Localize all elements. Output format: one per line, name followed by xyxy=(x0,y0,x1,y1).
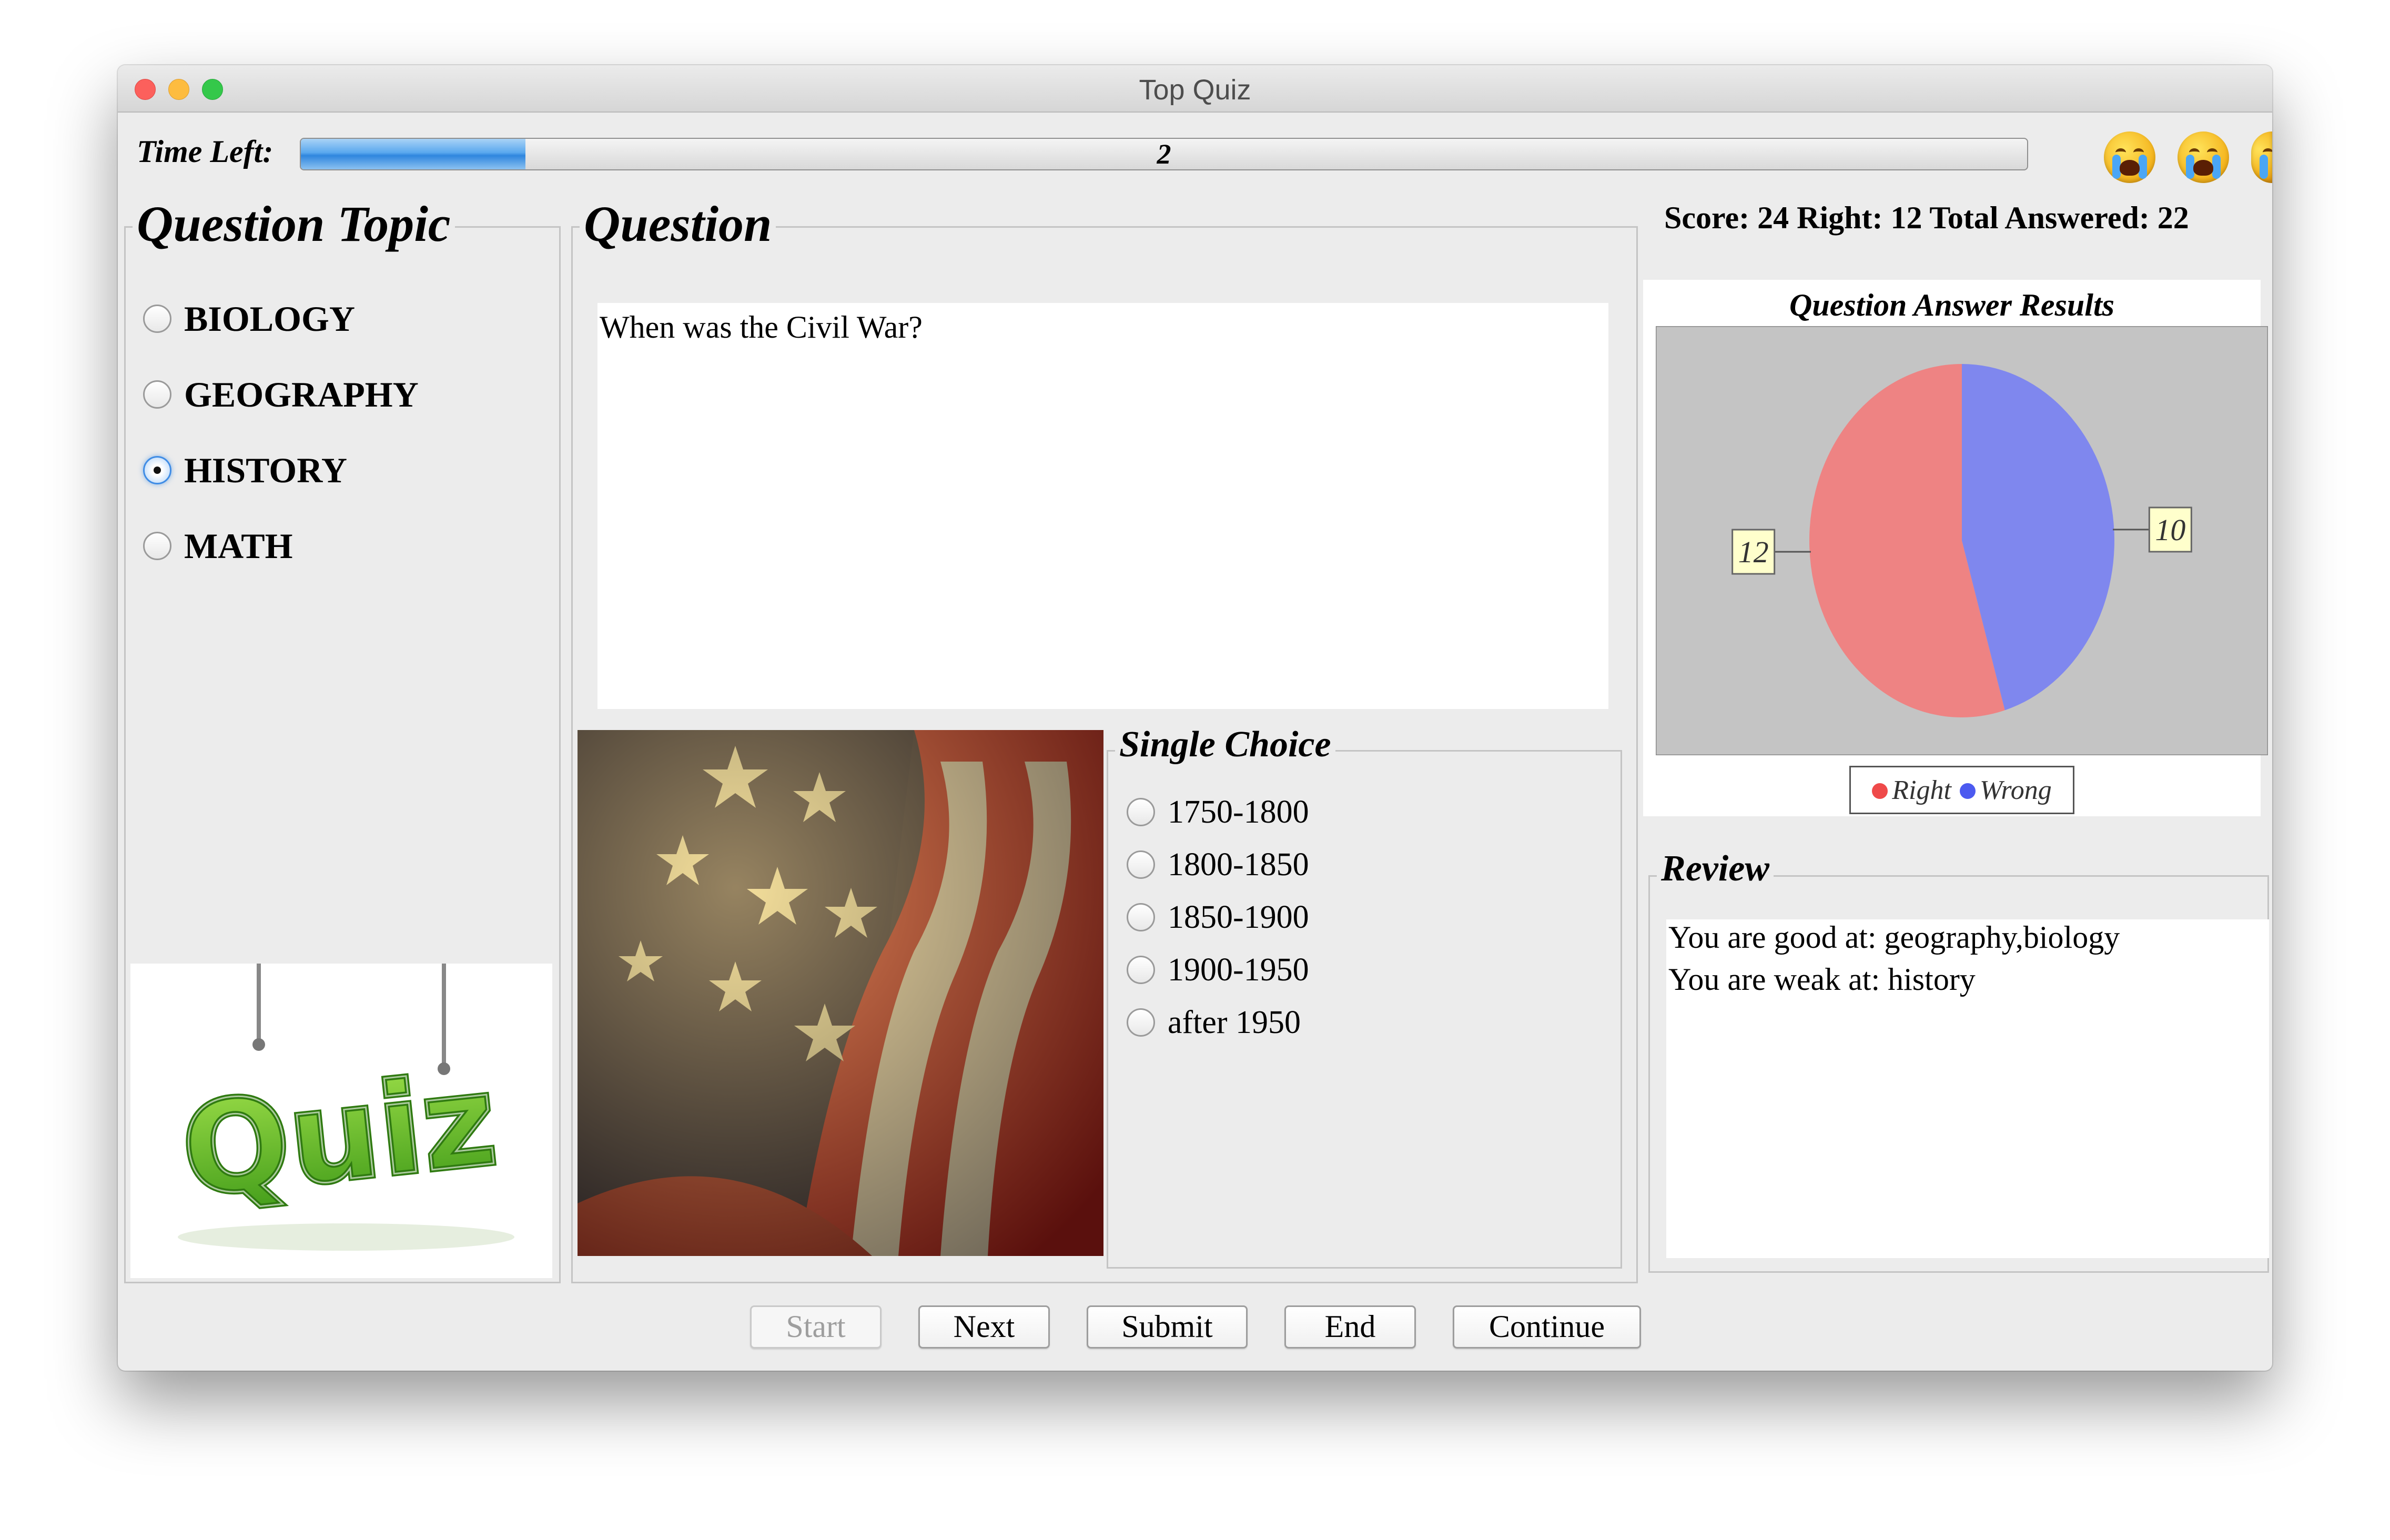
crying-face-icon xyxy=(2178,131,2229,183)
radio-button[interactable] xyxy=(1127,1008,1155,1037)
score-summary: Score: 24 Right: 12 Total Answered: 22 xyxy=(1664,200,2189,235)
question-topic-title: Question Topic xyxy=(133,195,455,253)
svg-text:Quiz: Quiz xyxy=(175,1046,503,1225)
legend-swatch-right xyxy=(1872,783,1888,799)
continue-button[interactable]: Continue xyxy=(1453,1305,1641,1349)
quiz-logo: Quiz Quiz xyxy=(130,964,552,1278)
topic-option-biology[interactable]: BIOLOGY xyxy=(143,298,355,340)
choice-label: 1750-1800 xyxy=(1168,794,1309,830)
end-button[interactable]: End xyxy=(1284,1305,1416,1349)
chart-title: Question Answer Results xyxy=(1789,288,2114,322)
topic-label: MATH xyxy=(184,525,293,566)
window-title: Top Quiz xyxy=(1139,74,1251,106)
review-line: You are weak at: history xyxy=(1668,962,1976,997)
radio-button[interactable] xyxy=(143,380,171,409)
question-text: When was the Civil War? xyxy=(600,310,923,345)
choice-option-1900-1950[interactable]: 1900-1950 xyxy=(1127,949,1309,991)
topic-label: GEOGRAPHY xyxy=(184,374,419,414)
time-left-value: 2 xyxy=(1157,138,1171,170)
top-quiz-window: Top Quiz Time Left: 2 Question Topic BIO… xyxy=(118,65,2272,1371)
choice-option-1800-1850[interactable]: 1800-1850 xyxy=(1127,844,1309,886)
review-line: You are good at: geography,biology xyxy=(1668,920,2120,955)
start-button[interactable]: Start xyxy=(750,1305,882,1349)
crying-face-icon xyxy=(2104,131,2155,183)
radio-button[interactable] xyxy=(143,532,171,560)
legend-label-wrong: Wrong xyxy=(1979,775,2052,805)
choice-option-1750-1800[interactable]: 1750-1800 xyxy=(1127,791,1309,833)
topic-option-geography[interactable]: GEOGRAPHY xyxy=(143,373,419,416)
data-label-right: 12 xyxy=(1738,535,1769,569)
legend-swatch-wrong xyxy=(1959,783,1976,799)
legend-label-right: Right xyxy=(1892,775,1951,805)
radio-button[interactable] xyxy=(1127,903,1155,931)
data-label-wrong: 10 xyxy=(2155,513,2185,547)
choice-option-after-1950[interactable]: after 1950 xyxy=(1127,1001,1301,1043)
american-flag-image xyxy=(578,730,1103,1256)
question-answer-results-chart: Question Answer Results 10 12 Right Wrong xyxy=(1643,280,2268,816)
topic-label: HISTORY xyxy=(184,450,348,490)
radio-button-selected[interactable] xyxy=(143,456,171,484)
title-bar: Top Quiz xyxy=(118,65,2272,113)
quiz-logo-graphic: Quiz Quiz xyxy=(173,964,514,1251)
radio-button[interactable] xyxy=(143,305,171,333)
choice-option-1850-1900[interactable]: 1850-1900 xyxy=(1127,896,1309,938)
submit-button[interactable]: Submit xyxy=(1087,1305,1248,1349)
time-left-label: Time Left: xyxy=(137,134,274,169)
choice-label: after 1950 xyxy=(1168,1004,1301,1040)
single-choice-title: Single Choice xyxy=(1115,724,1335,766)
topic-option-history[interactable]: HISTORY xyxy=(143,449,347,491)
question-text-area[interactable]: When was the Civil War? xyxy=(598,303,1608,709)
choice-label: 1900-1950 xyxy=(1168,951,1309,988)
crying-face-icon xyxy=(2251,131,2272,183)
question-title: Question xyxy=(580,195,776,253)
review-text-area[interactable]: You are good at: geography,biology You a… xyxy=(1666,919,2269,1258)
time-left-progress-bar: 2 xyxy=(300,138,2028,170)
next-button[interactable]: Next xyxy=(918,1305,1050,1349)
review-title: Review xyxy=(1657,848,1774,890)
topic-option-math[interactable]: MATH xyxy=(143,525,293,567)
choice-label: 1800-1850 xyxy=(1168,846,1309,883)
topic-label: BIOLOGY xyxy=(184,298,355,339)
legend-item-right: Right xyxy=(1872,775,1951,806)
choice-label: 1850-1900 xyxy=(1168,899,1309,935)
radio-button[interactable] xyxy=(1127,798,1155,826)
legend-item-wrong: Wrong xyxy=(1959,775,2052,806)
pie-chart-plot: 10 12 xyxy=(1656,326,2268,755)
chart-legend: Right Wrong xyxy=(1849,766,2074,814)
radio-button[interactable] xyxy=(1127,956,1155,984)
radio-button[interactable] xyxy=(1127,850,1155,879)
